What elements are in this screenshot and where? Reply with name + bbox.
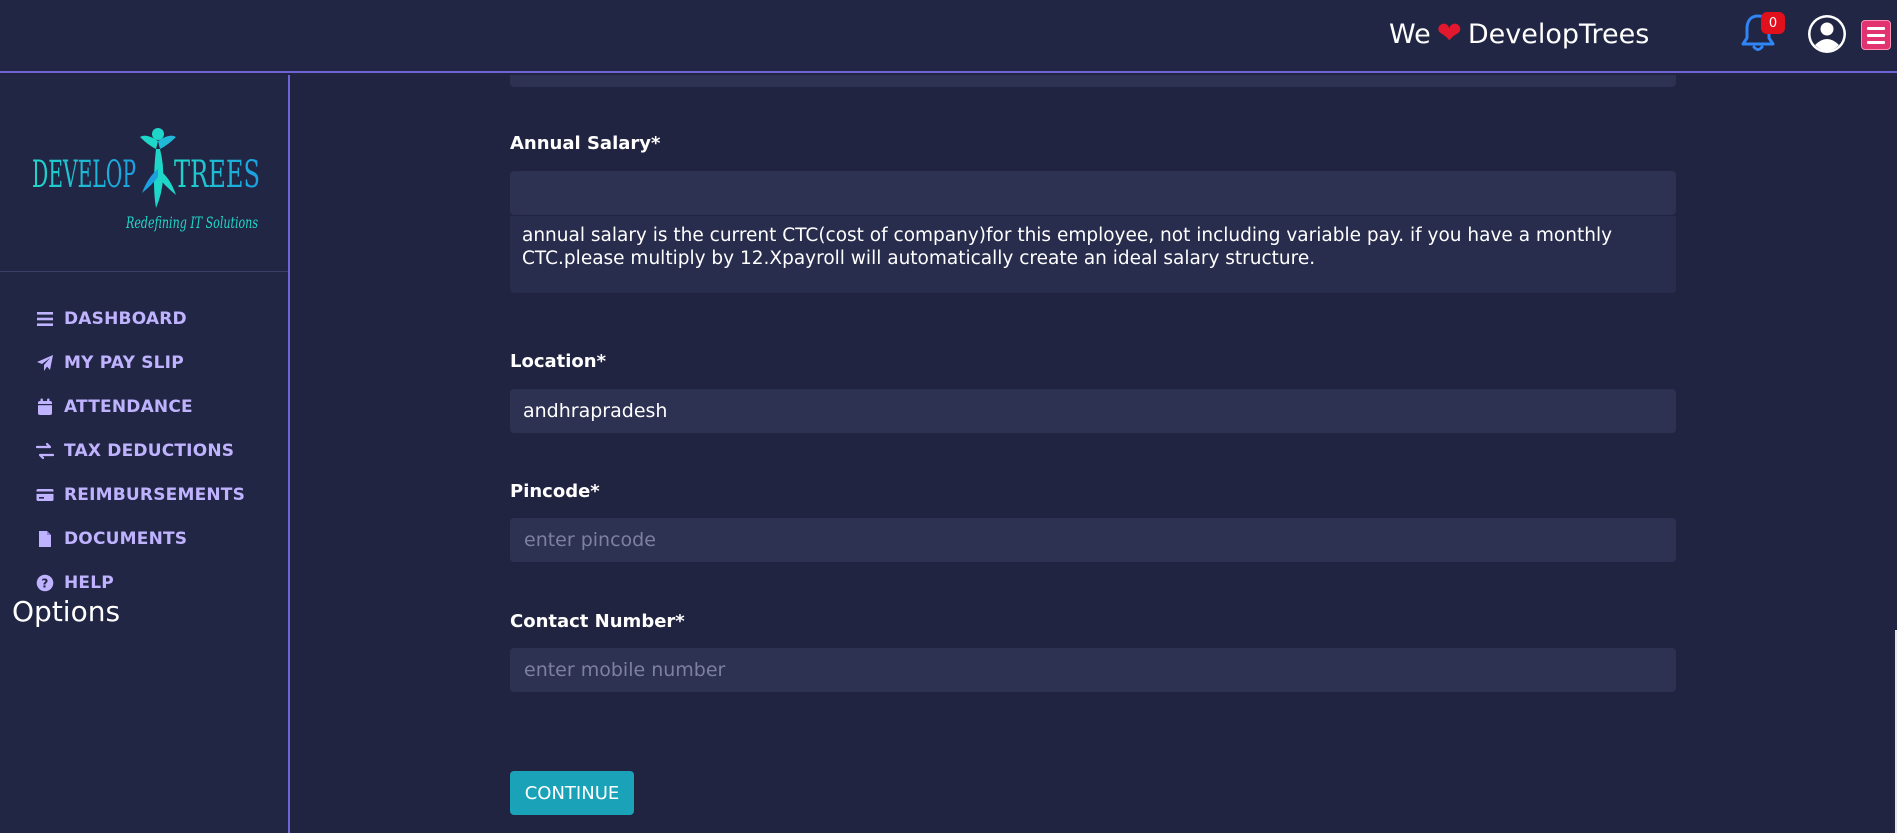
- question-circle-icon: ?: [36, 574, 54, 592]
- sidebar-nav: DASHBOARD MY PAY SLIP ATTENDANCE TAX DED…: [36, 297, 245, 605]
- menu-bar: [1867, 26, 1885, 30]
- location-label: Location*: [510, 351, 607, 372]
- user-avatar-icon[interactable]: [1807, 14, 1847, 54]
- sidebar-item-label: DASHBOARD: [64, 309, 187, 329]
- sidebar-item-attendance[interactable]: ATTENDANCE: [36, 385, 245, 429]
- sidebar-divider: [0, 271, 288, 272]
- logo-text-left: DEVELOP: [32, 153, 136, 196]
- menu-bar: [1867, 40, 1885, 44]
- sidebar-item-label: MY PAY SLIP: [64, 353, 184, 373]
- employee-form: Annual Salary* annual salary is the curr…: [292, 75, 1897, 833]
- logo-text-right: TREES: [174, 153, 260, 196]
- sidebar-item-dashboard[interactable]: DASHBOARD: [36, 297, 245, 341]
- menu-bar: [1867, 33, 1885, 37]
- pincode-input[interactable]: enter pincode: [510, 518, 1676, 562]
- svg-text:?: ?: [41, 576, 48, 590]
- previous-field-input[interactable]: [510, 75, 1676, 87]
- sidebar-item-label: TAX DEDUCTIONS: [64, 441, 235, 461]
- brand-prefix: We: [1389, 18, 1431, 50]
- sidebar-item-label: DOCUMENTS: [64, 529, 188, 549]
- notification-count-badge: 0: [1761, 12, 1785, 34]
- continue-button[interactable]: CONTINUE: [510, 771, 634, 815]
- file-icon: [39, 531, 51, 547]
- sidebar-item-label: REIMBURSEMENTS: [64, 485, 246, 505]
- sidebar: DEVELOP TREES Redefining IT Solutions DA…: [0, 75, 290, 833]
- top-bar: We ❤ DevelopTrees 0: [0, 0, 1897, 73]
- contact-number-input[interactable]: enter mobile number: [510, 648, 1676, 692]
- sidebar-item-documents[interactable]: DOCUMENTS: [36, 517, 245, 561]
- annual-salary-input[interactable]: [510, 171, 1676, 215]
- contact-number-label: Contact Number*: [510, 611, 685, 632]
- options-heading: Options: [12, 595, 121, 628]
- calendar-icon: [38, 398, 52, 415]
- bars-icon: [37, 312, 53, 326]
- location-input[interactable]: andhrapradesh: [510, 389, 1676, 433]
- developtrees-logo: DEVELOP TREES Redefining IT Solutions: [32, 128, 260, 232]
- sidebar-item-reimbursements[interactable]: REIMBURSEMENTS: [36, 473, 245, 517]
- sidebar-item-my-pay-slip[interactable]: MY PAY SLIP: [36, 341, 245, 385]
- brand-name: DevelopTrees: [1467, 18, 1650, 50]
- pincode-label: Pincode*: [510, 481, 600, 502]
- annual-salary-label: Annual Salary*: [510, 133, 661, 154]
- logo-figure: [140, 128, 176, 208]
- brand-tagline: We ❤ DevelopTrees: [1389, 14, 1649, 54]
- logo-tagline: Redefining IT Solutions: [125, 213, 258, 232]
- sidebar-item-tax-deductions[interactable]: TAX DEDUCTIONS: [36, 429, 245, 473]
- annual-salary-help-text: annual salary is the current CTC(cost of…: [510, 216, 1676, 293]
- exchange-icon: [36, 442, 54, 460]
- heart-icon: ❤: [1436, 16, 1462, 51]
- sidebar-item-label: HELP: [64, 573, 114, 593]
- credit-card-icon: [36, 489, 54, 501]
- paper-plane-icon: [37, 355, 53, 371]
- hamburger-menu-button[interactable]: [1861, 20, 1891, 50]
- sidebar-item-label: ATTENDANCE: [64, 397, 193, 417]
